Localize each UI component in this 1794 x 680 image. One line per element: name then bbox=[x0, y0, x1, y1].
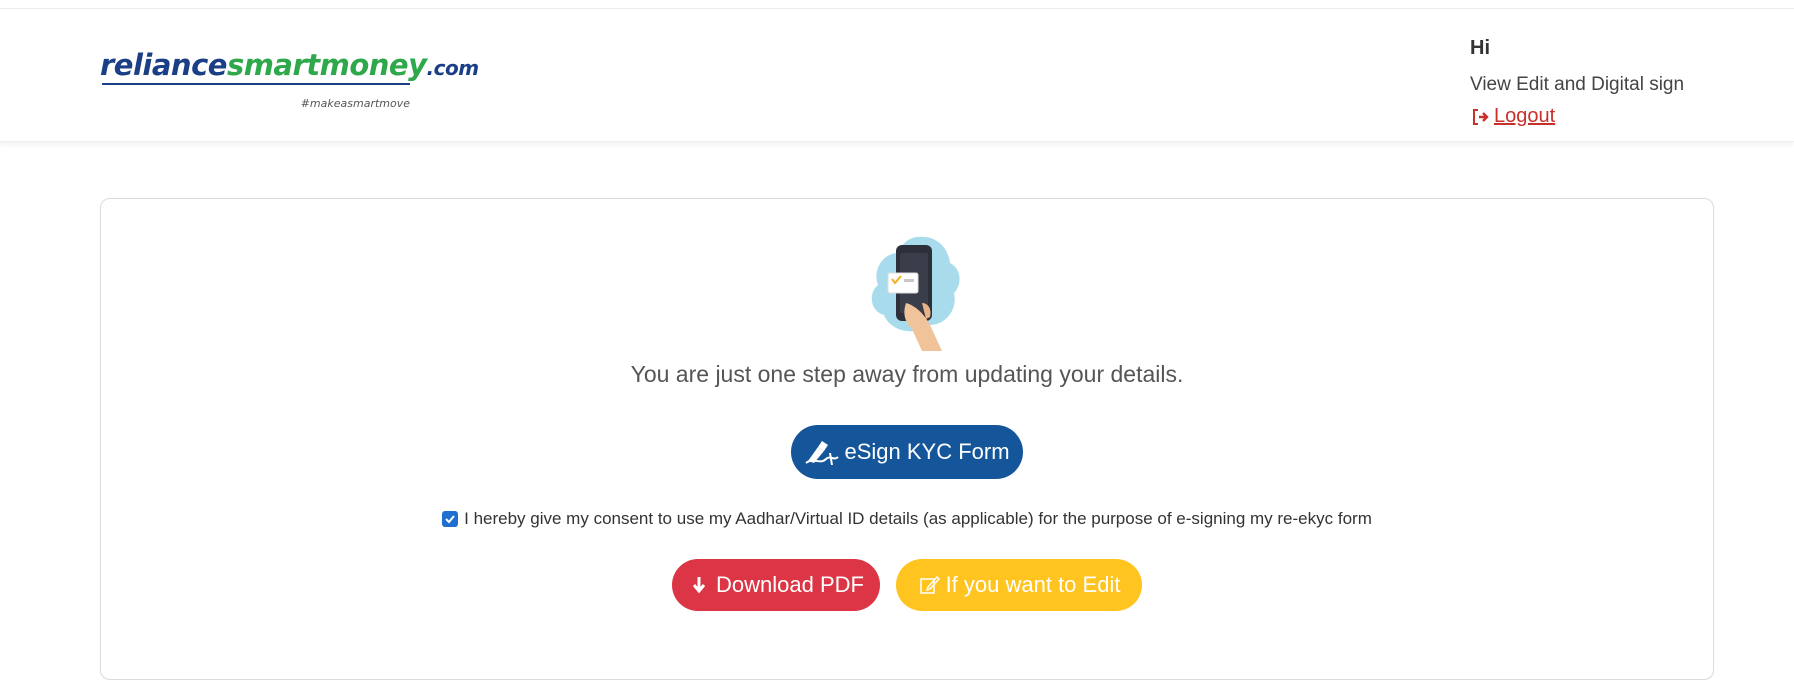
edit-icon bbox=[919, 575, 940, 594]
consent-checkbox[interactable] bbox=[442, 511, 459, 527]
signature-pen-icon bbox=[805, 441, 840, 465]
header: reliancesmartmoney.com #makeasmartmove H… bbox=[0, 9, 1794, 142]
logo[interactable]: reliancesmartmoney.com #makeasmartmove bbox=[100, 47, 479, 117]
checkmark-icon bbox=[445, 515, 455, 524]
step-message: You are just one step away from updating… bbox=[630, 361, 1184, 387]
user-greeting: Hi bbox=[1470, 37, 1490, 59]
user-subtitle: View Edit and Digital sign bbox=[1470, 74, 1685, 95]
edit-button[interactable]: If you want to Edit bbox=[896, 559, 1142, 611]
logout-label: Logout bbox=[1494, 105, 1556, 127]
logo-part-reliance: reliance bbox=[100, 48, 227, 82]
edit-label: If you want to Edit bbox=[945, 572, 1121, 597]
logo-part-smartmoney: smartmoney bbox=[226, 48, 427, 82]
download-arrow-icon bbox=[692, 577, 706, 594]
action-buttons: Download PDF If you want to Edit bbox=[101, 559, 1713, 611]
top-border bbox=[0, 0, 1794, 9]
logout-link[interactable]: Logout bbox=[1470, 105, 1790, 128]
download-pdf-label: Download PDF bbox=[716, 572, 864, 597]
logo-tagline: #makeasmartmove bbox=[300, 97, 410, 110]
user-panel: Hi View Edit and Digital sign Logout bbox=[1470, 35, 1790, 128]
esign-kyc-label: eSign KYC Form bbox=[844, 439, 1010, 464]
logo-wordmark: reliancesmartmoney.com bbox=[100, 47, 479, 86]
logo-underline bbox=[102, 83, 410, 85]
download-pdf-button[interactable]: Download PDF bbox=[672, 559, 880, 611]
sign-out-icon bbox=[1473, 108, 1489, 125]
esign-card: You are just one step away from updating… bbox=[100, 198, 1714, 680]
consent-row: I hereby give my consent to use my Aadha… bbox=[101, 509, 1713, 529]
phone-in-hand-illustration bbox=[871, 236, 960, 351]
consent-text: I hereby give my consent to use my Aadha… bbox=[464, 509, 1372, 528]
esign-kyc-button[interactable]: eSign KYC Form bbox=[791, 425, 1023, 479]
logo-part-com: .com bbox=[426, 56, 480, 80]
